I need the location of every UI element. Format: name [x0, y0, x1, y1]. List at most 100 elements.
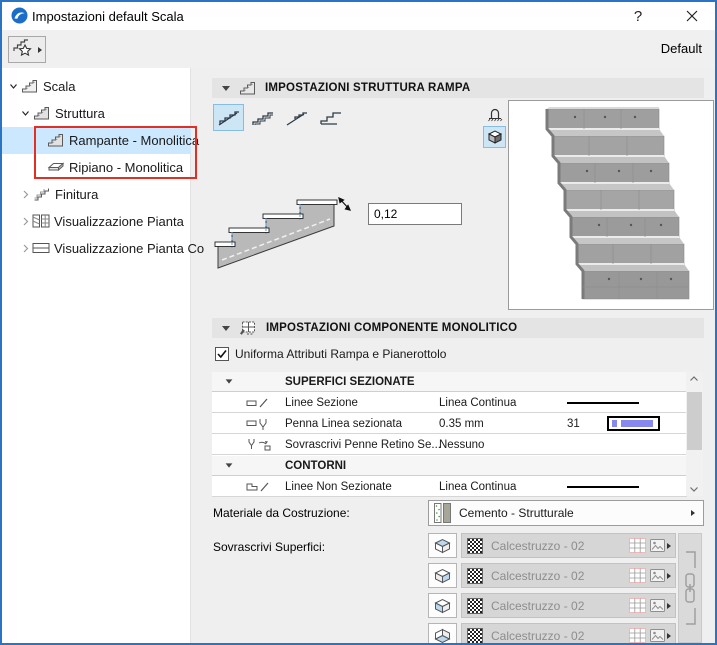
structure-type-stringer-button[interactable]	[281, 104, 312, 131]
surface-bottom-face-button[interactable]	[428, 623, 457, 643]
structure-type-flat-button[interactable]	[315, 104, 346, 131]
group-header-label: CONTORNI	[285, 460, 347, 472]
stair-structure-icon	[33, 106, 50, 121]
sidebar-item-finitura[interactable]: Finitura	[2, 181, 191, 208]
sidebar-item-scala[interactable]: Scala	[2, 73, 191, 100]
flyout-arrow-icon	[667, 542, 671, 549]
structure-type-steps-button[interactable]	[247, 104, 278, 131]
annotation-highlight-box	[34, 126, 197, 179]
row-value: 0.35 mm	[439, 418, 484, 430]
attribute-table: SUPERFICI SEZIONATE Linee Sezione Linea …	[212, 372, 687, 497]
title-bar: Impostazioni default Scala ?	[2, 2, 715, 30]
line-type-preview	[567, 486, 639, 488]
surface-row-side: Calcestruzzo - 02	[2, 593, 715, 618]
collapse-arrow-icon[interactable]	[225, 379, 233, 384]
structure-section-header[interactable]: IMPOSTAZIONI STRUTTURA RAMPA	[212, 78, 704, 98]
uncut-line-icon	[245, 480, 277, 494]
floor-plan-icon	[32, 214, 50, 228]
chain-link-icon	[680, 538, 700, 638]
slab-thickness-diagram	[214, 188, 364, 278]
plan-view-toggle-button[interactable]	[483, 103, 506, 125]
group-header-label: SUPERFICI SEZIONATE	[285, 376, 415, 388]
sidebar-item-struttura[interactable]: Struttura	[2, 100, 191, 127]
table-group-header[interactable]: SUPERFICI SEZIONATE	[212, 372, 687, 392]
collapse-arrow-icon[interactable]	[225, 463, 233, 468]
flyout-arrow-icon	[38, 46, 42, 53]
sidebar-item-visualizzazione-pianta[interactable]: Visualizzazione Pianta	[2, 208, 191, 235]
table-row[interactable]: Penna Linea sezionata 0.35 mm 31	[212, 414, 687, 434]
component-section-header[interactable]: IMPOSTAZIONI COMPONENTE MONOLITICO	[212, 318, 704, 338]
stair-preview-image	[509, 101, 713, 309]
grid-icon	[629, 598, 646, 613]
plan-view-icon	[487, 106, 503, 122]
flyout-arrow-icon	[667, 632, 671, 639]
material-swatch-icon	[434, 503, 451, 523]
pen-color-preview	[607, 416, 660, 431]
close-button[interactable]	[677, 3, 707, 29]
flyout-arrow-icon	[667, 572, 671, 579]
surface-override-button[interactable]: Calcestruzzo - 02	[461, 593, 676, 618]
structure-type-monolithic-button[interactable]	[213, 104, 244, 131]
chevron-right-icon[interactable]	[20, 189, 31, 200]
collapse-arrow-icon[interactable]	[222, 85, 230, 91]
surface-material-value: Calcestruzzo - 02	[491, 628, 585, 643]
surface-top-face-button[interactable]	[428, 533, 457, 558]
surface-material-value: Calcestruzzo - 02	[491, 568, 585, 583]
row-value: Linea Continua	[439, 481, 517, 493]
collapse-arrow-icon[interactable]	[222, 325, 230, 331]
pen-override-icon	[245, 437, 277, 452]
surface-material-value: Calcestruzzo - 02	[491, 598, 585, 613]
surface-row-bottom: Calcestruzzo - 02	[2, 623, 715, 643]
surface-side-face-button[interactable]	[428, 593, 457, 618]
stair-favorite-icon	[12, 39, 36, 60]
uniform-attributes-checkbox[interactable]	[215, 347, 229, 361]
section-title: IMPOSTAZIONI COMPONENTE MONOLITICO	[266, 322, 518, 334]
stair-section-icon	[239, 81, 256, 96]
table-row[interactable]: Linee Non Sezionate Linea Continua	[212, 477, 687, 497]
row-value: Nessuno	[439, 439, 485, 451]
chevron-right-icon[interactable]	[20, 216, 31, 227]
sidebar-item-label: Finitura	[55, 187, 99, 202]
surface-row-riser: Calcestruzzo - 02	[2, 563, 715, 588]
sidebar-item-label: Struttura	[55, 106, 105, 121]
building-material-label: Materiale da Costruzione:	[213, 506, 350, 520]
slab-thickness-input[interactable]	[368, 203, 462, 225]
chevron-down-icon[interactable]	[20, 108, 31, 119]
model-view-toggle-button[interactable]	[483, 126, 506, 148]
texture-image-icon	[650, 629, 665, 642]
table-row[interactable]: Sovrascrivi Penne Retino Se... Nessuno	[212, 435, 687, 455]
table-group-header[interactable]: CONTORNI	[212, 456, 687, 476]
row-label: Linee Non Sezionate	[285, 481, 392, 493]
surface-override-button[interactable]: Calcestruzzo - 02	[461, 623, 676, 643]
cut-line-pen-icon	[245, 417, 277, 431]
chevron-right-icon[interactable]	[20, 243, 31, 254]
scrollbar-thumb[interactable]	[687, 392, 702, 450]
scroll-up-icon[interactable]	[689, 375, 699, 383]
stair-3d-preview[interactable]	[508, 100, 714, 310]
sidebar-item-label: Scala	[43, 79, 76, 94]
building-material-value: Cemento - Strutturale	[459, 506, 574, 520]
chevron-down-icon[interactable]	[8, 81, 19, 92]
close-icon	[686, 10, 698, 22]
cut-line-icon	[245, 396, 277, 410]
sidebar-item-label: Visualizzazione Pianta	[54, 214, 184, 229]
section-display-icon	[32, 241, 50, 255]
table-row[interactable]: Linee Sezione Linea Continua	[212, 393, 687, 413]
surface-override-button[interactable]: Calcestruzzo - 02	[461, 563, 676, 588]
scroll-down-icon[interactable]	[689, 485, 699, 493]
stair-finish-icon	[33, 187, 50, 202]
sidebar-item-label: Visualizzazione Pianta Co	[54, 241, 205, 256]
surface-material-value: Calcestruzzo - 02	[491, 538, 585, 553]
default-button[interactable]: Default	[661, 41, 702, 56]
texture-image-icon	[650, 539, 665, 552]
building-material-dropdown[interactable]: Cemento - Strutturale	[428, 500, 704, 526]
surface-front-face-button[interactable]	[428, 563, 457, 588]
table-scrollbar[interactable]	[686, 372, 703, 496]
link-surfaces-button[interactable]	[678, 533, 702, 643]
checker-swatch-icon	[467, 537, 483, 554]
sidebar-item-visualizzazione-pianta-co[interactable]: Visualizzazione Pianta Co	[2, 235, 204, 262]
checker-swatch-icon	[467, 597, 483, 614]
help-button[interactable]: ?	[623, 3, 653, 29]
surface-override-button[interactable]: Calcestruzzo - 02	[461, 533, 676, 558]
favorites-button[interactable]	[8, 36, 46, 63]
